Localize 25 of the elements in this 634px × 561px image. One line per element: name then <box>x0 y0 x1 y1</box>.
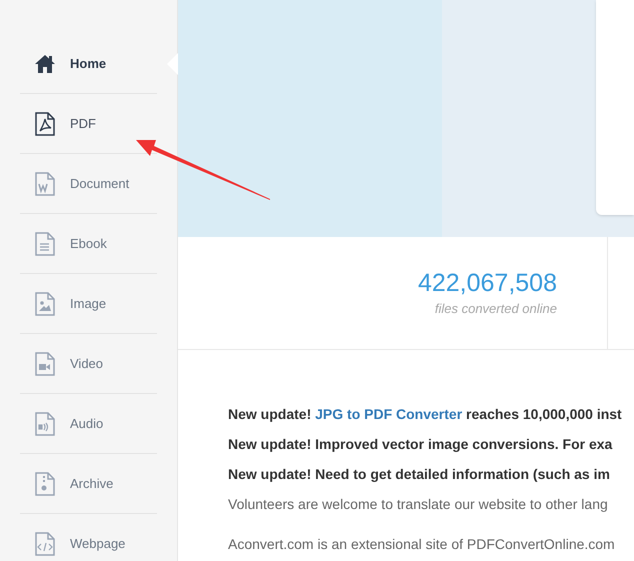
count-caption: files converted online <box>434 300 557 318</box>
sidebar-item[interactable]: Document <box>20 154 157 214</box>
update-notice: New update! Improved vector image conversions. For exa <box>228 435 614 454</box>
word-file-icon <box>34 172 56 196</box>
update-notice: New update! Need to get detailed information (such as im <box>228 465 611 484</box>
update-notice: New update! JPG to PDF Converter reaches 10,000,000 inst <box>228 405 623 424</box>
audio-file-icon <box>34 412 56 436</box>
code-file-icon <box>34 532 56 556</box>
image-file-icon <box>34 292 56 316</box>
conversion-count: 422,067,508 <box>418 268 557 299</box>
sidebar-item[interactable]: Webpage <box>20 514 157 561</box>
home-icon <box>34 54 56 74</box>
sidebar-item[interactable]: Image <box>20 274 157 334</box>
sidebar-item[interactable]: Archive <box>20 454 157 514</box>
text-file-icon <box>34 232 56 256</box>
pdf-file-icon <box>34 112 56 136</box>
site-description: Aconvert.com is an extensional site of PDFConvertOnline.com <box>228 535 616 554</box>
sidebar-item[interactable]: Home <box>20 34 157 94</box>
sidebar-item[interactable]: Audio <box>20 394 157 454</box>
converter-link[interactable]: JPG to PDF Converter <box>315 406 462 422</box>
video-file-icon <box>34 352 56 376</box>
zip-file-icon <box>34 472 56 496</box>
sidebar-item[interactable]: Ebook <box>20 214 157 274</box>
sidebar-item[interactable]: Video <box>20 334 157 394</box>
volunteer-notice: Volunteers are welcome to translate our website to other lang <box>228 495 609 514</box>
